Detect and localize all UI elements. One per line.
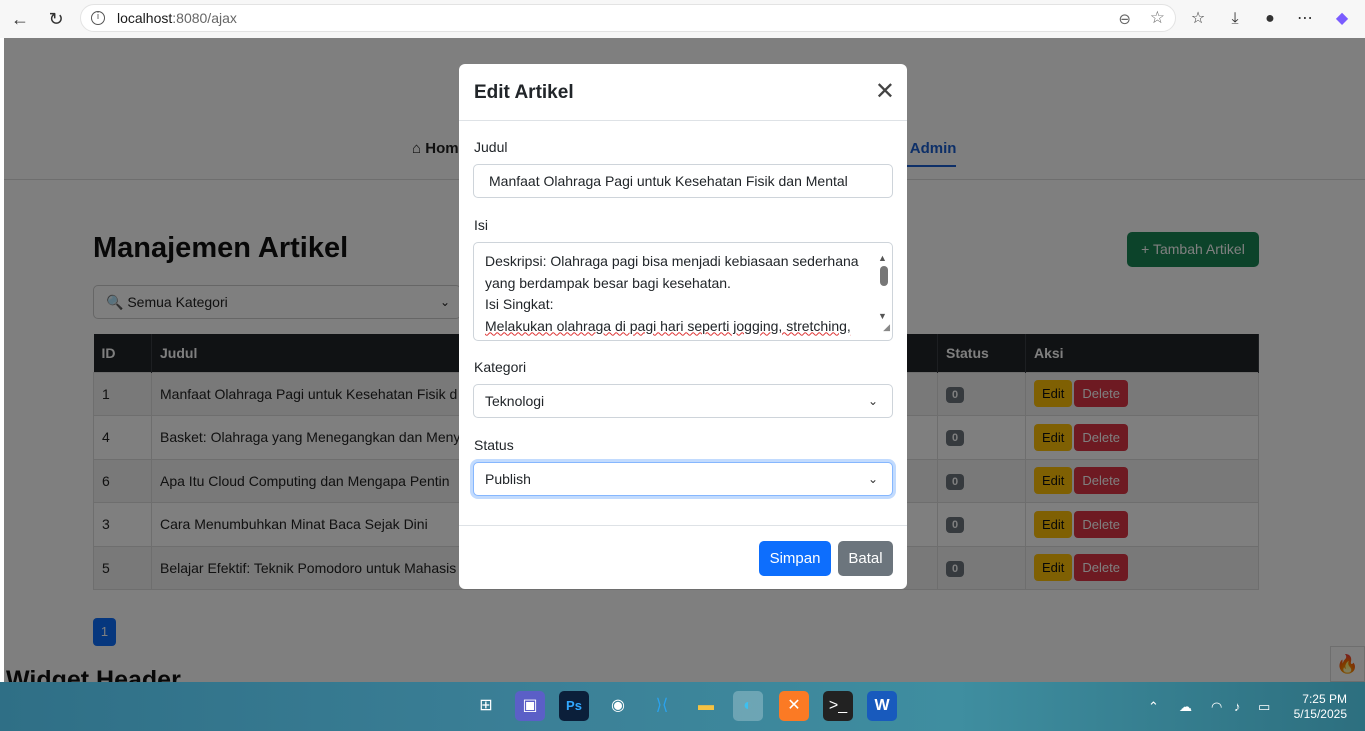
refresh-icon[interactable]: ↻ [44, 7, 68, 31]
status-label: Status [474, 437, 514, 453]
resize-grip-icon[interactable]: ◢ [883, 317, 890, 339]
close-icon[interactable]: ✕ [875, 79, 895, 103]
isi-line: Isi Singkat: [485, 296, 554, 312]
cancel-button[interactable]: Batal [838, 541, 893, 576]
isi-textarea[interactable]: Deskripsi: Olahraga pagi bisa menjadi ke… [473, 242, 893, 341]
downloads-icon[interactable]: ⤓ [1224, 8, 1246, 30]
favorites-icon[interactable]: ☆ [1187, 8, 1209, 30]
battery-icon[interactable]: ▭ [1258, 699, 1270, 715]
start-icon[interactable]: ⊞ [471, 691, 501, 721]
status-select[interactable]: Publish ⌄ [473, 462, 893, 496]
status-value: Publish [485, 471, 531, 487]
teams-icon[interactable]: ▣ [515, 691, 545, 721]
kategori-value: Teknologi [485, 393, 545, 409]
site-info-icon[interactable]: i [91, 11, 105, 25]
chevron-down-icon: ⌄ [867, 472, 878, 486]
edit-article-modal: Edit Artikel ✕ Judul Manfaat Olahraga Pa… [459, 64, 907, 589]
isi-line: Melakukan olahraga di pagi hari seperti … [485, 317, 851, 334]
isi-line: Deskripsi: Olahraga pagi bisa menjadi ke… [485, 253, 859, 269]
copilot-icon[interactable]: ◆ [1331, 8, 1353, 30]
isi-label: Isi [474, 217, 488, 233]
wordpad-icon[interactable]: ◉ [603, 691, 633, 721]
windows-taskbar: ⊞ ▣ Ps ◉ ⟩⟨ ▬ ◐ ✕ >_ W ⌃ ☁ ◠ ♪ ▭ 7:25 PM… [0, 682, 1365, 731]
system-clock[interactable]: 7:25 PM 5/15/2025 [1287, 692, 1347, 722]
save-button[interactable]: Simpan [759, 541, 831, 576]
modal-footer: Simpan Batal [459, 525, 907, 589]
chevron-down-icon: ⌄ [867, 394, 878, 408]
photoshop-icon[interactable]: Ps [559, 691, 589, 721]
word-icon[interactable]: W [867, 691, 897, 721]
judul-label: Judul [474, 139, 508, 155]
xampp-icon[interactable]: ✕ [779, 691, 809, 721]
clock-date: 5/15/2025 [1293, 707, 1347, 721]
cloud-icon[interactable]: ☁ [1179, 699, 1192, 715]
back-icon[interactable]: ← [8, 7, 32, 31]
kategori-label: Kategori [474, 359, 527, 375]
address-bar[interactable]: i localhost:8080/ajax ⊖ ☆ [80, 4, 1176, 32]
file-explorer-icon[interactable]: ▬ [691, 691, 721, 721]
vscode-icon[interactable]: ⟩⟨ [647, 691, 677, 721]
tray-chevron-up-icon[interactable]: ⌃ [1148, 699, 1159, 715]
profile-icon[interactable]: ● [1259, 8, 1281, 30]
edge-icon[interactable]: ◐ [733, 691, 763, 721]
scroll-thumb[interactable] [880, 266, 888, 286]
volume-icon[interactable]: ♪ [1234, 699, 1241, 714]
url-text: localhost:8080/ajax [117, 10, 237, 26]
more-menu-icon[interactable]: ⋯ [1294, 8, 1316, 30]
isi-line: yang berdampak besar bagi kesehatan. [485, 274, 731, 291]
judul-input[interactable]: Manfaat Olahraga Pagi untuk Kesehatan Fi… [473, 164, 893, 198]
modal-header: Edit Artikel ✕ [459, 64, 907, 121]
browser-toolbar: ← ↻ i localhost:8080/ajax ⊖ ☆ ☆ ⤓ ● ⋯ ◆ [0, 0, 1365, 38]
favorite-star-icon[interactable]: ☆ [1150, 8, 1165, 28]
wifi-icon[interactable]: ◠ [1211, 699, 1222, 715]
kategori-select[interactable]: Teknologi ⌄ [473, 384, 893, 418]
clock-time: 7:25 PM [1302, 692, 1347, 706]
terminal-icon[interactable]: >_ [823, 691, 853, 721]
modal-title: Edit Artikel [474, 82, 574, 103]
zoom-icon[interactable]: ⊖ [1118, 10, 1131, 28]
